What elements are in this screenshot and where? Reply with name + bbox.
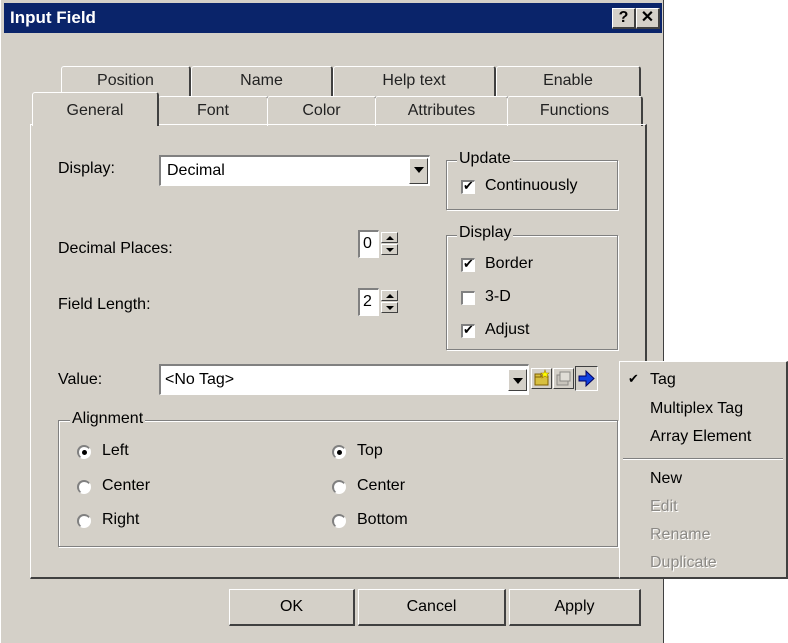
- value-dropdown[interactable]: <No Tag>: [159, 364, 529, 395]
- window-title: Input Field: [10, 8, 96, 27]
- tab-help-text[interactable]: Help text: [333, 66, 496, 96]
- display-dropdown[interactable]: Decimal: [159, 155, 430, 186]
- tab-enable[interactable]: Enable: [496, 66, 641, 96]
- decimal-places-input[interactable]: 0: [358, 230, 379, 258]
- spin-down-icon[interactable]: [381, 302, 398, 313]
- tab-font[interactable]: Font: [158, 96, 269, 126]
- tab-color[interactable]: Color: [267, 96, 377, 126]
- value-text: <No Tag>: [165, 371, 235, 388]
- border-label: Border: [485, 255, 534, 272]
- align-bottom-radio[interactable]: [332, 514, 346, 528]
- adjust-checkbox[interactable]: [461, 322, 475, 338]
- menu-item-duplicate: Duplicate: [650, 554, 717, 571]
- align-vcenter-radio[interactable]: [332, 480, 346, 494]
- decimal-places-value: 0: [363, 235, 372, 252]
- align-top-radio[interactable]: [332, 445, 346, 459]
- continuously-label: Continuously: [485, 177, 578, 194]
- blue-arrow-right-icon[interactable]: [575, 366, 598, 391]
- spin-up-icon[interactable]: [381, 290, 398, 301]
- tab-general[interactable]: General: [32, 92, 159, 126]
- align-bottom-label: Bottom: [357, 511, 408, 528]
- border-checkbox[interactable]: [461, 256, 475, 272]
- ok-button[interactable]: OK: [229, 589, 355, 626]
- apply-button[interactable]: Apply: [509, 589, 641, 626]
- tag-edit-icon[interactable]: [553, 368, 574, 389]
- title-bar[interactable]: Input Field ? ✕: [4, 3, 662, 33]
- tab-name[interactable]: Name: [191, 66, 333, 96]
- continuously-checkbox[interactable]: [461, 178, 475, 194]
- menu-item-array-element[interactable]: Array Element: [650, 428, 751, 446]
- spin-down-icon[interactable]: [381, 244, 398, 255]
- align-center-radio[interactable]: [77, 480, 91, 494]
- help-button[interactable]: ?: [612, 8, 636, 29]
- menu-separator: [623, 458, 783, 460]
- threed-label: 3-D: [485, 288, 511, 305]
- update-group-title: Update: [457, 150, 513, 168]
- spin-up-icon[interactable]: [381, 232, 398, 243]
- display-group-title: Display: [457, 224, 514, 242]
- threed-checkbox[interactable]: [461, 291, 475, 305]
- align-right-label: Right: [102, 511, 140, 528]
- field-length-spinner[interactable]: [381, 290, 400, 314]
- display-label: Display:: [58, 160, 115, 177]
- align-right-radio[interactable]: [77, 514, 91, 528]
- menu-item-new[interactable]: New: [650, 470, 682, 488]
- align-vcenter-label: Center: [357, 477, 406, 494]
- field-length-input[interactable]: 2: [358, 288, 379, 316]
- close-button[interactable]: ✕: [636, 8, 660, 29]
- tab-functions[interactable]: Functions: [507, 96, 643, 126]
- align-center-label: Center: [102, 477, 151, 494]
- menu-item-edit: Edit: [650, 498, 678, 515]
- input-field-dialog: Input Field ? ✕ Position Name Help text …: [0, 0, 664, 643]
- tab-attributes[interactable]: Attributes: [375, 96, 509, 126]
- alignment-group-title: Alignment: [70, 410, 146, 428]
- folder-star-icon[interactable]: [531, 368, 552, 389]
- adjust-label: Adjust: [485, 321, 530, 338]
- checkmark-icon: ✔: [628, 371, 639, 386]
- decimal-places-spinner[interactable]: [381, 232, 400, 256]
- chevron-down-icon[interactable]: [409, 158, 428, 184]
- chevron-down-icon[interactable]: [508, 369, 527, 391]
- value-label: Value:: [58, 371, 103, 388]
- display-value: Decimal: [167, 162, 225, 179]
- align-left-radio[interactable]: [77, 445, 91, 459]
- decimal-places-label: Decimal Places:: [58, 240, 173, 257]
- field-length-value: 2: [363, 293, 372, 310]
- menu-item-rename: Rename: [650, 526, 711, 543]
- menu-item-multiplex-tag[interactable]: Multiplex Tag: [650, 400, 743, 418]
- menu-item-tag[interactable]: Tag: [650, 371, 676, 389]
- align-left-label: Left: [102, 442, 129, 459]
- align-top-label: Top: [357, 442, 383, 459]
- field-length-label: Field Length:: [58, 296, 151, 313]
- cancel-button[interactable]: Cancel: [358, 589, 506, 626]
- tag-context-menu: ✔ Tag Multiplex Tag Array Element New Ed…: [619, 361, 788, 579]
